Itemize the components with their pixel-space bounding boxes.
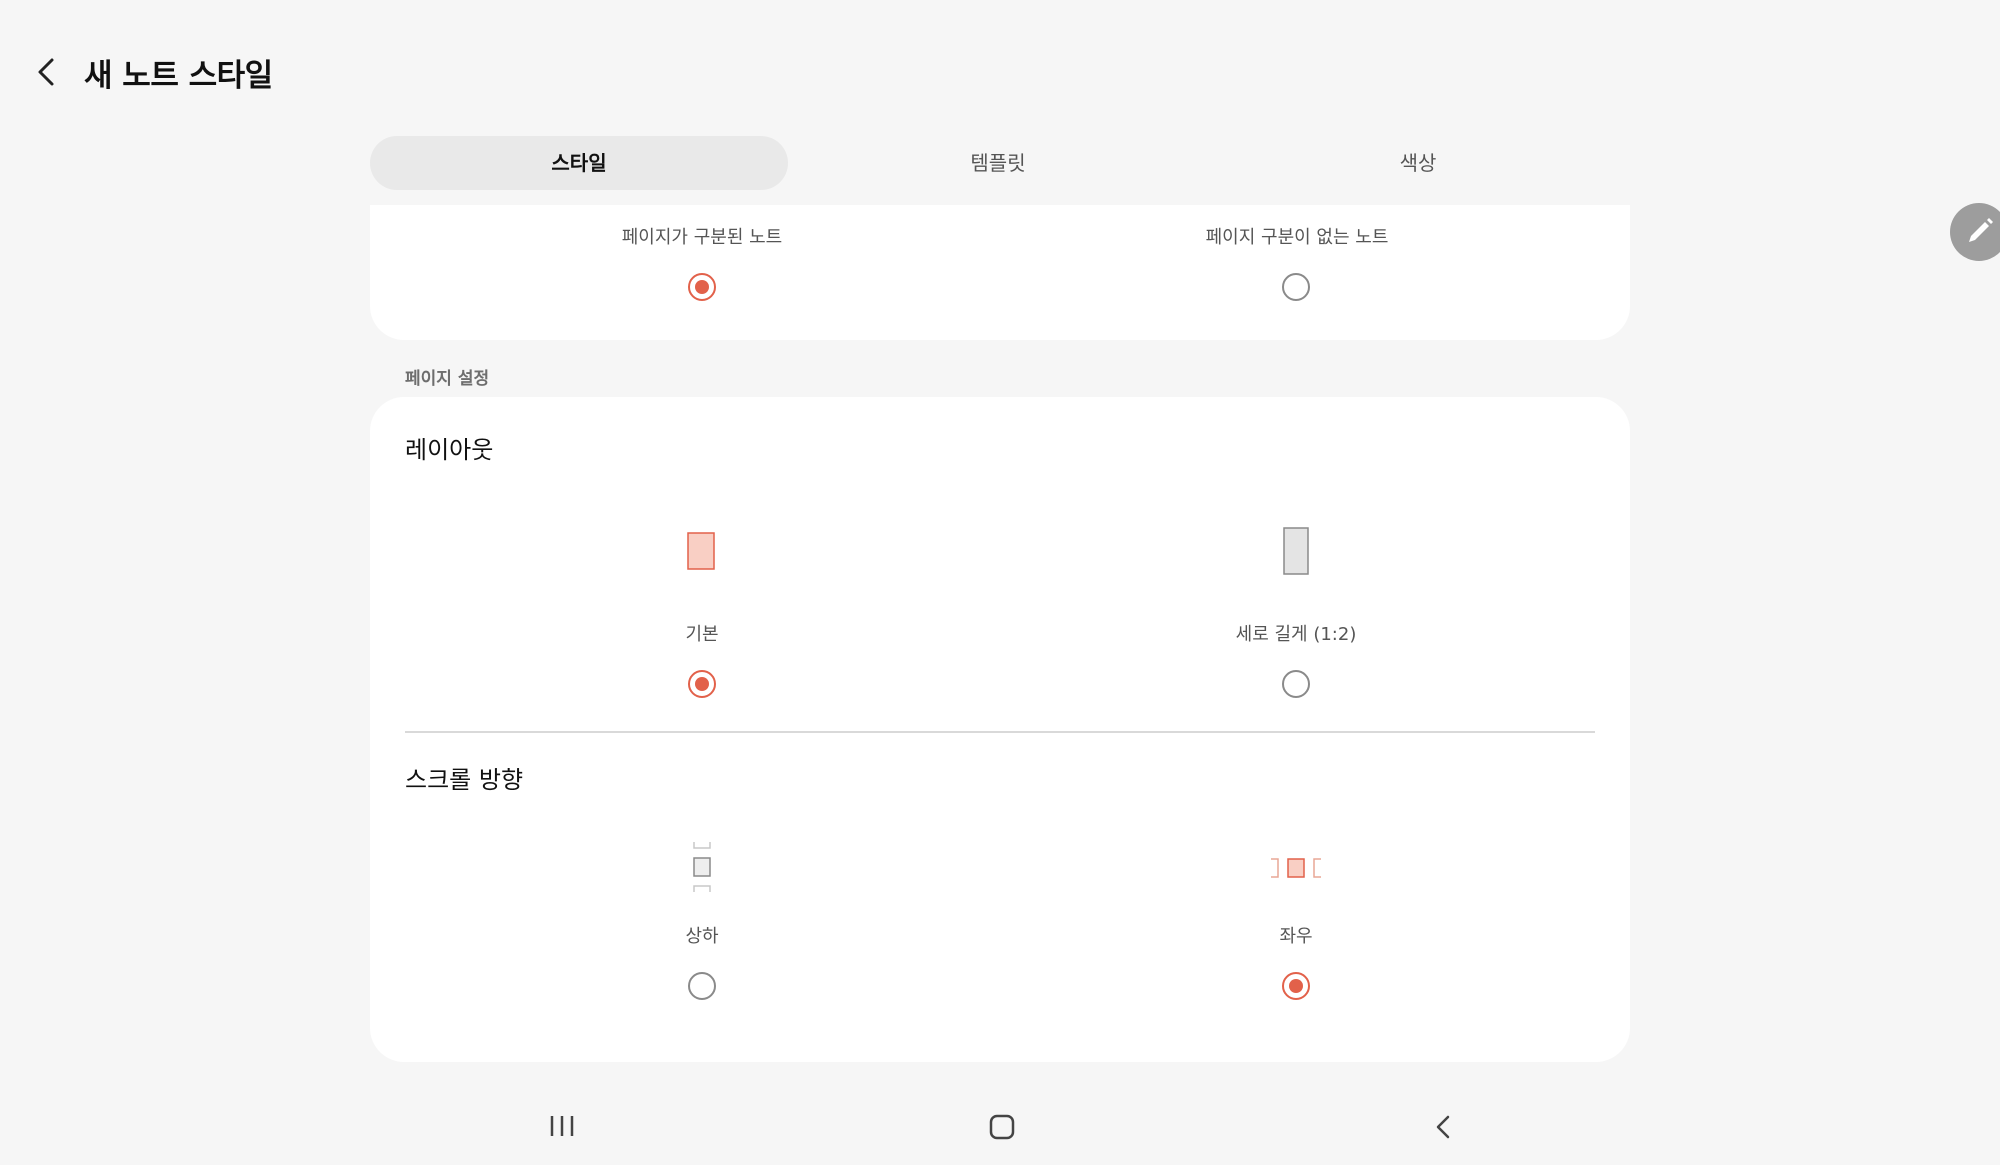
unpaged-note-radio[interactable] [1282,273,1310,301]
scroll-horizontal-label: 좌우 [1279,926,1313,947]
recent-apps-icon[interactable] [545,1112,579,1140]
layout-default-radio[interactable] [688,670,716,698]
chevron-left-icon [38,58,54,86]
tab-color[interactable]: 색상 [1208,136,1628,190]
layout-default-label: 기본 [685,624,719,645]
back-button[interactable] [28,52,68,92]
tab-template[interactable]: 템플릿 [788,136,1208,190]
page-title: 새 노트 스타일 [84,58,273,94]
option-unpaged-note-label: 페이지 구분이 없는 노트 [1205,227,1389,248]
section-divider [405,731,1595,733]
back-icon[interactable] [1430,1112,1458,1142]
vertical-scroll-icon[interactable] [690,842,714,896]
scroll-vertical-radio[interactable] [688,972,716,1000]
page-settings-card [370,397,1630,1062]
layout-tall-label: 세로 길게 (1:2) [1235,624,1357,645]
scroll-horizontal-radio[interactable] [1282,972,1310,1000]
portrait-page-icon[interactable] [686,531,716,575]
paged-note-radio[interactable] [688,273,716,301]
option-paged-note-label: 페이지가 구분된 노트 [621,227,783,248]
tab-style[interactable]: 스타일 [370,136,788,190]
home-icon[interactable] [987,1113,1017,1141]
pen-icon [1969,218,1993,242]
floating-pen-button[interactable] [1950,203,2000,261]
layout-tall-radio[interactable] [1282,670,1310,698]
horizontal-scroll-icon[interactable] [1270,855,1322,885]
scroll-direction-title: 스크롤 방향 [405,766,524,794]
page-settings-label: 페이지 설정 [405,369,490,389]
tall-page-icon[interactable] [1282,526,1310,580]
layout-title: 레이아웃 [405,436,494,464]
scroll-vertical-label: 상하 [685,926,719,947]
